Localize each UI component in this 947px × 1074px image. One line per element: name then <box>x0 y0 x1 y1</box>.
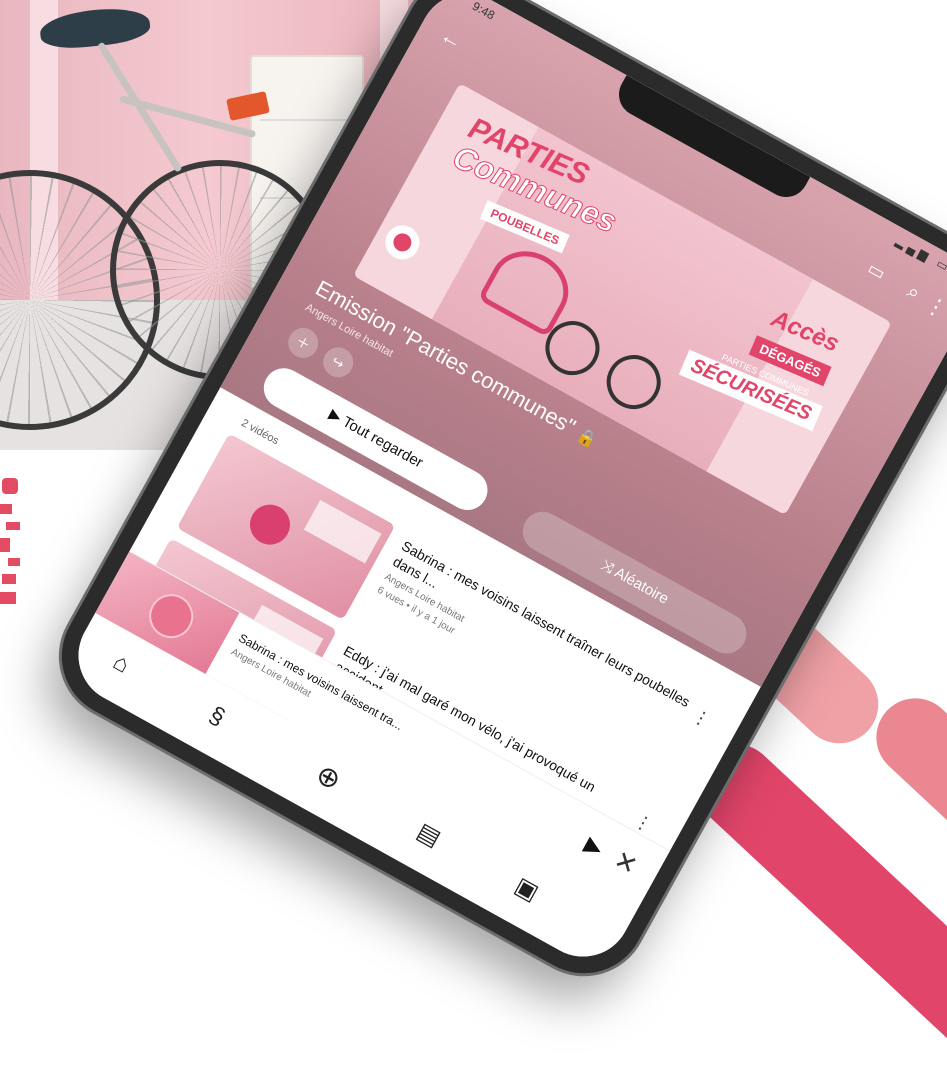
bike-wheel-illustration <box>596 345 671 419</box>
more-icon[interactable]: ⋮ <box>920 290 947 323</box>
share-icon[interactable]: ↪ <box>317 341 359 383</box>
back-arrow-icon[interactable]: ← <box>435 22 467 55</box>
home-icon[interactable]: ⌂ <box>108 648 134 680</box>
qr-code <box>0 478 20 608</box>
search-icon[interactable]: ⌕ <box>903 280 923 306</box>
shorts-icon[interactable]: § <box>204 701 230 732</box>
create-icon[interactable]: ⊕ <box>310 757 347 797</box>
thumbnail-illustration <box>242 497 298 552</box>
cast-icon[interactable]: ▭ <box>864 258 889 285</box>
play-icon[interactable]: ▶ <box>580 832 608 863</box>
library-icon[interactable]: ▣ <box>510 871 544 907</box>
play-all-label: Tout regarder <box>339 413 426 472</box>
close-icon[interactable]: ✕ <box>609 844 643 882</box>
video-more-icon[interactable]: ⋮ <box>688 705 714 732</box>
save-icon[interactable]: ＋ <box>282 322 324 364</box>
private-icon: 🔒 <box>573 426 600 451</box>
shuffle-label: Aléatoire <box>611 564 672 608</box>
thumbnail-sign <box>303 499 382 564</box>
subscriptions-icon[interactable]: ▤ <box>412 817 446 853</box>
